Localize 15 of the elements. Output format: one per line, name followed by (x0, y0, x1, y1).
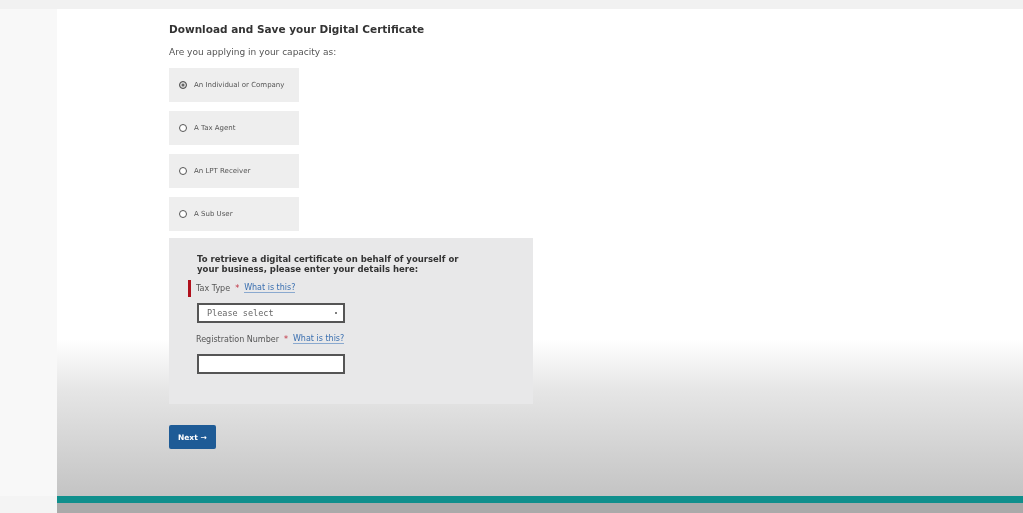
field-label: Registration Number (196, 334, 279, 344)
registration-number-field[interactable] (197, 354, 345, 374)
help-link[interactable]: What is this? (244, 283, 296, 293)
question-text: Are you applying in your capacity as: (169, 47, 337, 57)
help-link[interactable]: What is this? (292, 334, 345, 344)
tax-type-select[interactable]: Please select (197, 303, 345, 323)
page-heading: Download and Save your Digital Certificate (169, 23, 425, 35)
radio-icon[interactable] (179, 167, 187, 175)
radio-icon[interactable] (179, 210, 187, 218)
panel-intro: To retrieve a digital certificate on behalf of yourself or your business, please enter your details here: (197, 254, 460, 274)
required-mark: * (283, 334, 288, 344)
radio-icon[interactable] (179, 81, 187, 89)
required-mark: * (235, 283, 240, 293)
radio-icon[interactable] (179, 124, 187, 132)
field-label: Tax Type (196, 283, 231, 293)
